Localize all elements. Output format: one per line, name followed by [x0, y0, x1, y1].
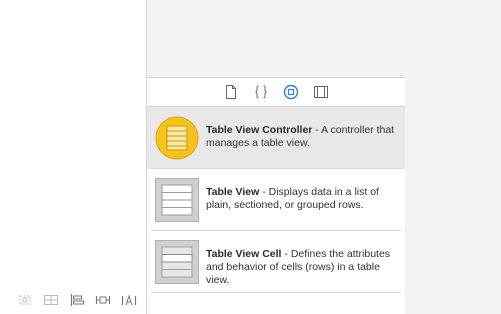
embed-in-stack-icon[interactable]: [40, 291, 62, 309]
table-view-icon: [155, 178, 199, 222]
film-icon: [314, 86, 328, 98]
quick-help-tab[interactable]: [252, 83, 270, 101]
divider: [151, 292, 401, 293]
library-item-table-view-cell[interactable]: Table View Cell - Defines the attributes…: [147, 231, 405, 293]
right-empty-pane: [405, 0, 501, 314]
library-tab-bar: [147, 78, 405, 107]
library-item-title: Table View: [206, 186, 260, 198]
align-icon[interactable]: [66, 291, 88, 309]
file-inspector-tab[interactable]: [222, 83, 240, 101]
canvas-resolve-icon[interactable]: [14, 291, 36, 309]
canvas-toolbar: [0, 286, 146, 314]
library-item-description: Table View Cell - Defines the attributes…: [206, 248, 396, 287]
table-view-cell-icon: [155, 240, 199, 284]
library-item-table-view-controller[interactable]: Table View Controller - A controller tha…: [147, 107, 405, 169]
pin-icon[interactable]: [92, 291, 114, 309]
resolve-layout-icon[interactable]: [118, 291, 140, 309]
inspector-panel: [147, 0, 405, 78]
media-library-tab[interactable]: [312, 83, 330, 101]
object-circle-icon: [283, 84, 299, 100]
object-library-tab[interactable]: [282, 83, 300, 101]
document-icon: [226, 85, 236, 99]
library-item-title: Table View Controller: [206, 124, 313, 136]
storyboard-canvas[interactable]: [0, 0, 147, 314]
library-item-title: Table View Cell: [206, 248, 282, 260]
object-library-list: Table View Controller - A controller tha…: [147, 107, 405, 314]
library-item-description: Table View - Displays data in a list of …: [206, 186, 396, 212]
table-view-controller-icon: [155, 116, 199, 160]
braces-icon: [255, 85, 267, 99]
library-item-table-view[interactable]: Table View - Displays data in a list of …: [147, 169, 405, 231]
library-item-description: Table View Controller - A controller tha…: [206, 124, 396, 150]
